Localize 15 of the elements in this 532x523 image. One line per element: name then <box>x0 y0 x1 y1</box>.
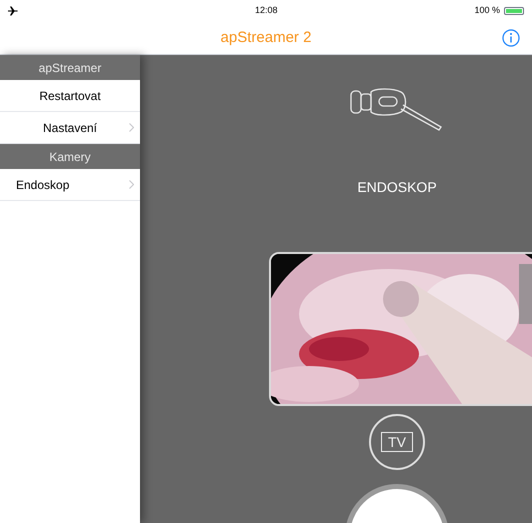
sidebar-item[interactable]: Endoskop <box>0 169 140 201</box>
section-header: Kamery <box>0 144 140 169</box>
battery-icon <box>504 7 524 15</box>
camera-name: ENDOSKOP <box>357 178 437 197</box>
sidebar-item[interactable]: Restartovat <box>0 80 140 112</box>
clock: 12:08 <box>254 4 278 18</box>
chevron-icon <box>129 180 134 189</box>
app-title: apStreamer 2 <box>220 28 312 48</box>
tv-button[interactable]: TV <box>369 414 425 470</box>
airplane-icon <box>8 6 18 16</box>
sidebar-item[interactable]: Nastavení <box>0 112 140 144</box>
battery-percent: 100 % <box>474 4 500 18</box>
info-icon[interactable] <box>502 29 520 47</box>
section-header: apStreamer <box>0 55 140 80</box>
chevron-icon <box>129 123 134 132</box>
